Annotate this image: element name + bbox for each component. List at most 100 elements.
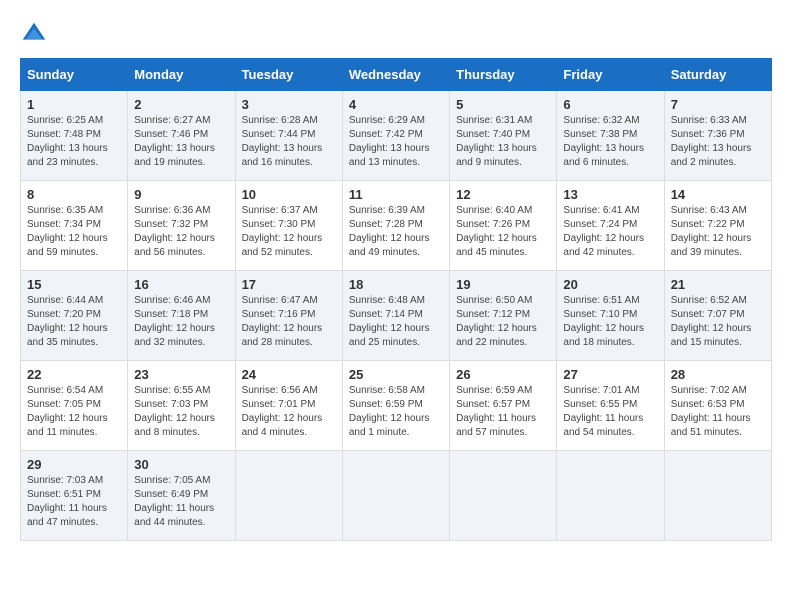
day-detail: Sunrise: 6:33 AMSunset: 7:36 PMDaylight:… — [671, 115, 752, 168]
day-detail: Sunrise: 7:03 AMSunset: 6:51 PMDaylight:… — [27, 475, 107, 528]
calendar-cell: 18 Sunrise: 6:48 AMSunset: 7:14 PMDaylig… — [342, 271, 449, 361]
logo — [20, 20, 52, 48]
day-number: 15 — [27, 277, 121, 292]
day-number: 14 — [671, 187, 765, 202]
calendar-cell: 9 Sunrise: 6:36 AMSunset: 7:32 PMDayligh… — [128, 181, 235, 271]
calendar-cell — [557, 451, 664, 541]
calendar-header-row: SundayMondayTuesdayWednesdayThursdayFrid… — [21, 59, 772, 91]
header-wednesday: Wednesday — [342, 59, 449, 91]
day-detail: Sunrise: 7:02 AMSunset: 6:53 PMDaylight:… — [671, 385, 751, 438]
day-detail: Sunrise: 6:56 AMSunset: 7:01 PMDaylight:… — [242, 385, 323, 438]
day-number: 5 — [456, 97, 550, 112]
header-sunday: Sunday — [21, 59, 128, 91]
calendar-cell: 27 Sunrise: 7:01 AMSunset: 6:55 PMDaylig… — [557, 361, 664, 451]
day-detail: Sunrise: 6:29 AMSunset: 7:42 PMDaylight:… — [349, 115, 430, 168]
day-detail: Sunrise: 6:41 AMSunset: 7:24 PMDaylight:… — [563, 205, 644, 258]
day-detail: Sunrise: 6:51 AMSunset: 7:10 PMDaylight:… — [563, 295, 644, 348]
calendar-cell: 21 Sunrise: 6:52 AMSunset: 7:07 PMDaylig… — [664, 271, 771, 361]
day-detail: Sunrise: 6:27 AMSunset: 7:46 PMDaylight:… — [134, 115, 215, 168]
calendar-cell: 13 Sunrise: 6:41 AMSunset: 7:24 PMDaylig… — [557, 181, 664, 271]
calendar-cell: 12 Sunrise: 6:40 AMSunset: 7:26 PMDaylig… — [450, 181, 557, 271]
day-number: 3 — [242, 97, 336, 112]
calendar-cell: 17 Sunrise: 6:47 AMSunset: 7:16 PMDaylig… — [235, 271, 342, 361]
calendar-cell — [235, 451, 342, 541]
logo-icon — [20, 20, 48, 48]
calendar-cell: 29 Sunrise: 7:03 AMSunset: 6:51 PMDaylig… — [21, 451, 128, 541]
day-detail: Sunrise: 6:35 AMSunset: 7:34 PMDaylight:… — [27, 205, 108, 258]
day-detail: Sunrise: 6:32 AMSunset: 7:38 PMDaylight:… — [563, 115, 644, 168]
calendar-cell: 5 Sunrise: 6:31 AMSunset: 7:40 PMDayligh… — [450, 91, 557, 181]
calendar-cell: 24 Sunrise: 6:56 AMSunset: 7:01 PMDaylig… — [235, 361, 342, 451]
header-friday: Friday — [557, 59, 664, 91]
header-thursday: Thursday — [450, 59, 557, 91]
day-detail: Sunrise: 6:59 AMSunset: 6:57 PMDaylight:… — [456, 385, 536, 438]
day-detail: Sunrise: 6:55 AMSunset: 7:03 PMDaylight:… — [134, 385, 215, 438]
calendar-cell: 2 Sunrise: 6:27 AMSunset: 7:46 PMDayligh… — [128, 91, 235, 181]
day-detail: Sunrise: 6:40 AMSunset: 7:26 PMDaylight:… — [456, 205, 537, 258]
day-detail: Sunrise: 6:28 AMSunset: 7:44 PMDaylight:… — [242, 115, 323, 168]
calendar-cell: 1 Sunrise: 6:25 AMSunset: 7:48 PMDayligh… — [21, 91, 128, 181]
calendar-cell: 28 Sunrise: 7:02 AMSunset: 6:53 PMDaylig… — [664, 361, 771, 451]
calendar-cell: 4 Sunrise: 6:29 AMSunset: 7:42 PMDayligh… — [342, 91, 449, 181]
day-number: 4 — [349, 97, 443, 112]
day-detail: Sunrise: 6:44 AMSunset: 7:20 PMDaylight:… — [27, 295, 108, 348]
calendar-cell: 10 Sunrise: 6:37 AMSunset: 7:30 PMDaylig… — [235, 181, 342, 271]
day-detail: Sunrise: 6:25 AMSunset: 7:48 PMDaylight:… — [27, 115, 108, 168]
day-detail: Sunrise: 6:43 AMSunset: 7:22 PMDaylight:… — [671, 205, 752, 258]
day-detail: Sunrise: 6:58 AMSunset: 6:59 PMDaylight:… — [349, 385, 430, 438]
calendar-cell: 3 Sunrise: 6:28 AMSunset: 7:44 PMDayligh… — [235, 91, 342, 181]
day-detail: Sunrise: 7:01 AMSunset: 6:55 PMDaylight:… — [563, 385, 643, 438]
calendar-cell: 19 Sunrise: 6:50 AMSunset: 7:12 PMDaylig… — [450, 271, 557, 361]
day-number: 10 — [242, 187, 336, 202]
calendar-cell: 15 Sunrise: 6:44 AMSunset: 7:20 PMDaylig… — [21, 271, 128, 361]
day-number: 12 — [456, 187, 550, 202]
calendar-cell: 25 Sunrise: 6:58 AMSunset: 6:59 PMDaylig… — [342, 361, 449, 451]
calendar-cell: 22 Sunrise: 6:54 AMSunset: 7:05 PMDaylig… — [21, 361, 128, 451]
calendar-cell: 11 Sunrise: 6:39 AMSunset: 7:28 PMDaylig… — [342, 181, 449, 271]
day-number: 18 — [349, 277, 443, 292]
header-saturday: Saturday — [664, 59, 771, 91]
day-number: 20 — [563, 277, 657, 292]
calendar-cell: 20 Sunrise: 6:51 AMSunset: 7:10 PMDaylig… — [557, 271, 664, 361]
day-number: 25 — [349, 367, 443, 382]
day-detail: Sunrise: 6:48 AMSunset: 7:14 PMDaylight:… — [349, 295, 430, 348]
day-number: 16 — [134, 277, 228, 292]
day-detail: Sunrise: 6:31 AMSunset: 7:40 PMDaylight:… — [456, 115, 537, 168]
calendar-row-3: 22 Sunrise: 6:54 AMSunset: 7:05 PMDaylig… — [21, 361, 772, 451]
calendar-table: SundayMondayTuesdayWednesdayThursdayFrid… — [20, 58, 772, 541]
calendar-cell: 6 Sunrise: 6:32 AMSunset: 7:38 PMDayligh… — [557, 91, 664, 181]
day-number: 22 — [27, 367, 121, 382]
day-number: 26 — [456, 367, 550, 382]
day-detail: Sunrise: 7:05 AMSunset: 6:49 PMDaylight:… — [134, 475, 214, 528]
day-number: 17 — [242, 277, 336, 292]
calendar-cell — [664, 451, 771, 541]
day-number: 13 — [563, 187, 657, 202]
day-number: 21 — [671, 277, 765, 292]
day-detail: Sunrise: 6:54 AMSunset: 7:05 PMDaylight:… — [27, 385, 108, 438]
page-header — [20, 20, 772, 48]
calendar-cell: 8 Sunrise: 6:35 AMSunset: 7:34 PMDayligh… — [21, 181, 128, 271]
calendar-cell: 14 Sunrise: 6:43 AMSunset: 7:22 PMDaylig… — [664, 181, 771, 271]
calendar-row-0: 1 Sunrise: 6:25 AMSunset: 7:48 PMDayligh… — [21, 91, 772, 181]
day-detail: Sunrise: 6:47 AMSunset: 7:16 PMDaylight:… — [242, 295, 323, 348]
day-number: 11 — [349, 187, 443, 202]
day-number: 19 — [456, 277, 550, 292]
day-number: 23 — [134, 367, 228, 382]
day-detail: Sunrise: 6:50 AMSunset: 7:12 PMDaylight:… — [456, 295, 537, 348]
day-number: 30 — [134, 457, 228, 472]
header-tuesday: Tuesday — [235, 59, 342, 91]
day-number: 27 — [563, 367, 657, 382]
calendar-cell: 23 Sunrise: 6:55 AMSunset: 7:03 PMDaylig… — [128, 361, 235, 451]
day-number: 1 — [27, 97, 121, 112]
calendar-cell — [450, 451, 557, 541]
day-number: 29 — [27, 457, 121, 472]
calendar-row-1: 8 Sunrise: 6:35 AMSunset: 7:34 PMDayligh… — [21, 181, 772, 271]
day-number: 24 — [242, 367, 336, 382]
day-number: 2 — [134, 97, 228, 112]
day-number: 6 — [563, 97, 657, 112]
day-detail: Sunrise: 6:52 AMSunset: 7:07 PMDaylight:… — [671, 295, 752, 348]
calendar-cell: 16 Sunrise: 6:46 AMSunset: 7:18 PMDaylig… — [128, 271, 235, 361]
day-detail: Sunrise: 6:37 AMSunset: 7:30 PMDaylight:… — [242, 205, 323, 258]
day-number: 8 — [27, 187, 121, 202]
day-number: 7 — [671, 97, 765, 112]
